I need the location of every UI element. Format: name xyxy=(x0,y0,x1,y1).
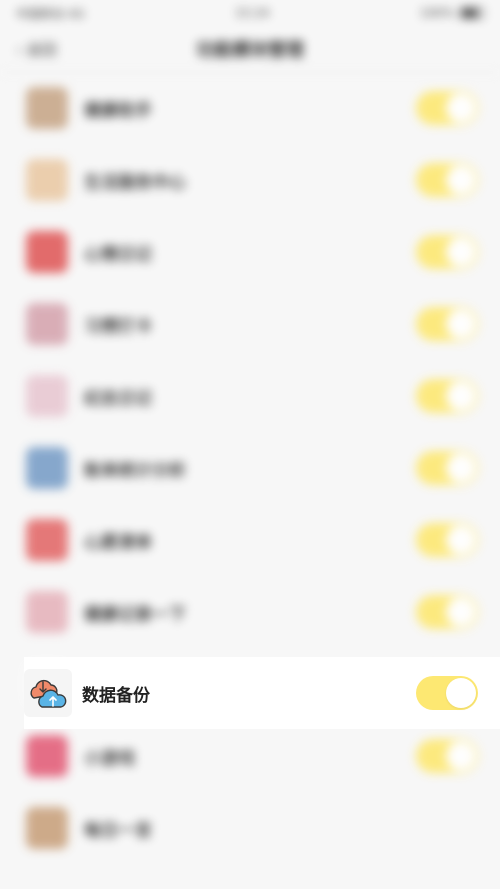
toggle-knob xyxy=(446,237,476,267)
data-backup-toggle[interactable] xyxy=(416,676,478,710)
toggle-knob xyxy=(446,678,476,708)
toggle-knob xyxy=(446,381,476,411)
red-heart-icon xyxy=(26,231,68,273)
module-row: 纪念日记 xyxy=(0,360,500,432)
module-label: 小游戏 xyxy=(84,748,135,769)
module-row: 账单统计分析 xyxy=(0,432,500,504)
status-bar: 中国移动 4G 15:24 100% xyxy=(0,0,500,26)
module-toggle[interactable] xyxy=(416,451,478,485)
toggle-knob xyxy=(446,309,476,339)
module-label: 纪念日记 xyxy=(84,388,152,409)
battery-text: 100% xyxy=(419,6,454,20)
module-list: 健康助手生活服务中心 心情日记习惯打卡纪念日记账单统计分析 心愿清单健康记录一下 小游… xyxy=(0,72,500,864)
toggle-knob xyxy=(446,741,476,771)
module-toggle[interactable] xyxy=(416,739,478,773)
module-label: 习惯打卡 xyxy=(84,316,152,337)
module-label: 数据备份 xyxy=(82,685,150,706)
carrier-text: 中国移动 4G xyxy=(16,6,85,21)
status-right: 100% xyxy=(420,6,484,20)
module-toggle[interactable] xyxy=(416,523,478,557)
module-row: 习惯打卡 xyxy=(0,288,500,360)
toggle-knob xyxy=(446,525,476,555)
cloud-backup-icon xyxy=(24,669,72,717)
beige-box-icon xyxy=(26,159,68,201)
battery-icon xyxy=(460,7,484,19)
module-toggle[interactable] xyxy=(416,235,478,269)
blue-chart-icon xyxy=(26,447,68,489)
module-label: 账单统计分析 xyxy=(84,460,186,481)
module-label: 健康记录一下 xyxy=(84,604,186,625)
module-row-data-backup: 数据备份 xyxy=(24,657,500,729)
module-toggle[interactable] xyxy=(416,307,478,341)
colorful-game-icon xyxy=(26,735,68,777)
module-label: 健康助手 xyxy=(84,100,152,121)
red-list-icon xyxy=(26,519,68,561)
brown-box-icon xyxy=(26,87,68,129)
module-label: 生活服务中心 xyxy=(84,172,186,193)
module-toggle[interactable] xyxy=(416,163,478,197)
screen: 中国移动 4G 15:24 100% ‹ 返回 功能模块管理 健康助手生活服务中… xyxy=(0,0,500,889)
toggle-knob xyxy=(446,597,476,627)
toggle-knob xyxy=(446,165,476,195)
back-button[interactable]: ‹ 返回 xyxy=(16,39,57,60)
toggle-knob xyxy=(446,453,476,483)
module-row: 每日一言 xyxy=(0,792,500,864)
time-text: 15:24 xyxy=(234,6,270,20)
blurred-background: 中国移动 4G 15:24 100% ‹ 返回 功能模块管理 健康助手生活服务中… xyxy=(0,0,500,889)
module-row: 心愿清单 xyxy=(0,504,500,576)
module-row: 小游戏 xyxy=(0,720,500,792)
module-toggle[interactable] xyxy=(416,91,478,125)
tan-quote-icon xyxy=(26,807,68,849)
module-row: 健康助手 xyxy=(0,72,500,144)
pink-note-icon xyxy=(26,375,68,417)
module-label: 心愿清单 xyxy=(84,532,152,553)
nav-bar: ‹ 返回 功能模块管理 xyxy=(0,26,500,73)
module-row: 生活服务中心 xyxy=(0,144,500,216)
page-title: 功能模块管理 xyxy=(196,40,304,61)
back-label: 返回 xyxy=(26,40,57,59)
module-toggle[interactable] xyxy=(416,595,478,629)
toggle-knob xyxy=(446,93,476,123)
pink-card-icon xyxy=(26,303,68,345)
module-label: 心情日记 xyxy=(84,244,152,265)
module-row: 健康记录一下 xyxy=(0,576,500,648)
module-row: 心情日记 xyxy=(0,216,500,288)
module-label: 每日一言 xyxy=(84,820,152,841)
module-toggle[interactable] xyxy=(416,379,478,413)
pink-record-icon xyxy=(26,591,68,633)
